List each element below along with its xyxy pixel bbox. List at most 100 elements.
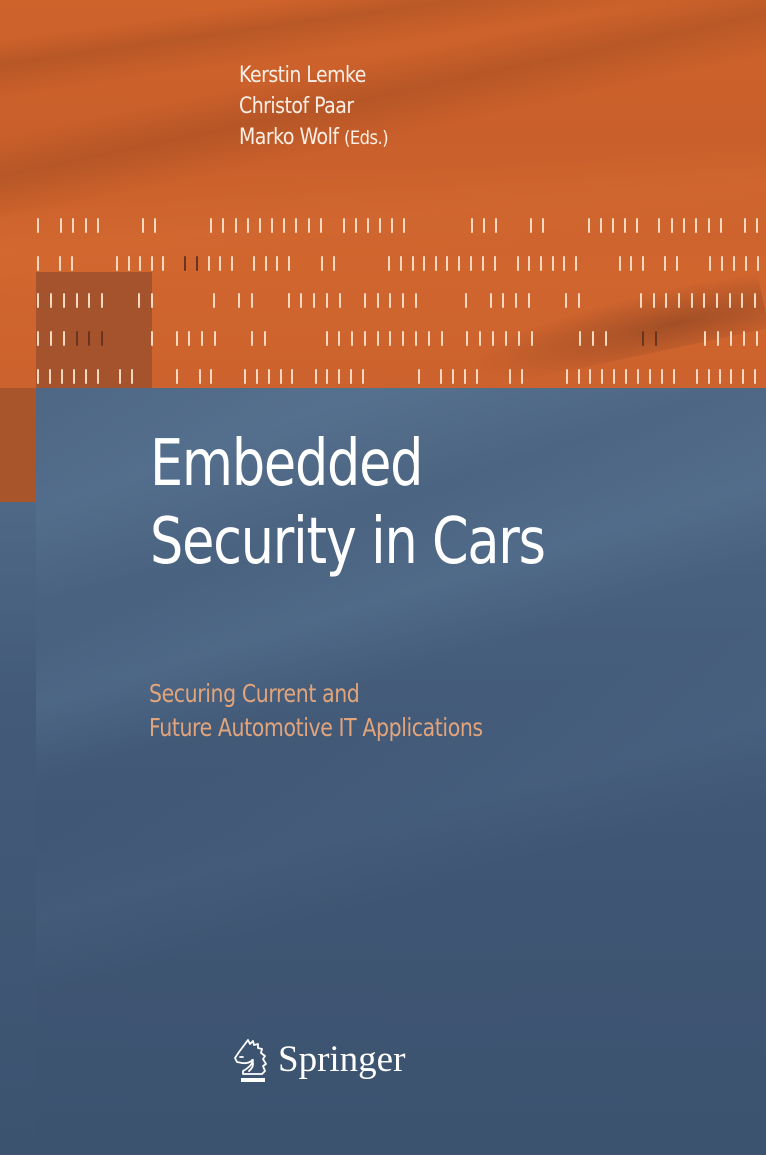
tick-mark [49, 369, 51, 384]
tick-mark [128, 256, 130, 271]
editors-block: Kerstin Lemke Christof Paar Marko Wolf (… [239, 60, 389, 154]
tick-mark [695, 218, 697, 233]
tick-mark [566, 369, 568, 384]
tick-mark [326, 369, 328, 384]
tick-mark [717, 331, 719, 346]
tick-mark [276, 256, 278, 271]
tick-mark [708, 369, 710, 384]
tick-mark [72, 218, 74, 233]
tick-mark [578, 293, 580, 308]
book-subtitle: Securing Current and Future Automotive I… [149, 677, 483, 745]
tick-mark [73, 369, 75, 384]
tick-mark [757, 256, 759, 271]
tick-mark [97, 218, 99, 233]
tick-mark [320, 218, 322, 233]
tick-mark [676, 256, 678, 271]
tick-mark [754, 369, 756, 384]
tick-mark [521, 369, 523, 384]
tick-mark [465, 293, 467, 308]
dark-tick-mark [196, 256, 198, 271]
tick-mark [291, 369, 293, 384]
tick-mark [37, 218, 39, 233]
editor-name: Marko Wolf [239, 125, 339, 150]
tick-mark [528, 256, 530, 271]
tick-mark [509, 369, 511, 384]
tick-mark [754, 293, 756, 308]
tick-mark [63, 331, 65, 346]
tick-mark [709, 256, 711, 271]
tick-mark [364, 331, 366, 346]
tick-mark [199, 369, 201, 384]
tick-mark [338, 369, 340, 384]
tick-mark [412, 256, 414, 271]
tick-mark [613, 369, 615, 384]
tick-mark [251, 331, 253, 346]
tick-mark [154, 218, 156, 233]
tick-mark [37, 369, 39, 384]
tick-mark [235, 218, 237, 233]
tick-mark [458, 256, 460, 271]
tick-mark [379, 218, 381, 233]
tick-mark [350, 369, 352, 384]
tick-mark [708, 218, 710, 233]
tick-mark [440, 369, 442, 384]
tick-mark [423, 256, 425, 271]
tick-mark [515, 293, 517, 308]
tick-mark [658, 218, 660, 233]
tick-mark [402, 331, 404, 346]
tick-mark [476, 369, 478, 384]
tick-mark [364, 293, 366, 308]
tick-mark [600, 218, 602, 233]
tick-mark [63, 293, 65, 308]
title-line-1: Embedded [150, 427, 423, 501]
tick-mark [730, 369, 732, 384]
tick-mark [575, 256, 577, 271]
tick-mark [402, 293, 404, 308]
tick-mark [578, 369, 580, 384]
tick-mark [552, 256, 554, 271]
tick-mark [50, 331, 52, 346]
tick-mark [37, 331, 39, 346]
tick-mark [518, 331, 520, 346]
tick-mark [678, 293, 680, 308]
tick-mark [151, 331, 153, 346]
tick-mark [565, 293, 567, 308]
tick-mark [664, 256, 666, 271]
editor-name: Kerstin Lemke [239, 63, 366, 88]
tick-mark [76, 293, 78, 308]
tick-mark [744, 218, 746, 233]
tick-mark [176, 331, 178, 346]
tick-mark [213, 293, 215, 308]
tick-mark [315, 369, 317, 384]
tick-mark [208, 256, 210, 271]
tick-mark [479, 331, 481, 346]
tick-mark [637, 369, 639, 384]
tick-mark [589, 369, 591, 384]
tick-mark [326, 331, 328, 346]
tick-mark [492, 331, 494, 346]
tick-mark [131, 369, 133, 384]
publisher-logo: Springer [232, 1038, 405, 1088]
tick-mark [730, 331, 732, 346]
tick-mark [588, 218, 590, 233]
dark-tick-mark [88, 331, 90, 346]
tick-mark [119, 369, 121, 384]
tick-mark [244, 369, 246, 384]
tick-mark [729, 293, 731, 308]
tick-mark [630, 256, 632, 271]
tick-mark [517, 256, 519, 271]
tick-mark [264, 331, 266, 346]
tick-mark [151, 293, 153, 308]
tick-mark [415, 331, 417, 346]
tick-mark [470, 256, 472, 271]
tick-mark [482, 256, 484, 271]
tick-mark [464, 369, 466, 384]
tick-mark [505, 331, 507, 346]
tick-mark [238, 293, 240, 308]
tick-mark [592, 331, 594, 346]
tick-mark [188, 331, 190, 346]
tick-mark [377, 331, 379, 346]
tick-mark [703, 293, 705, 308]
tick-mark [400, 256, 402, 271]
tick-mark [490, 293, 492, 308]
